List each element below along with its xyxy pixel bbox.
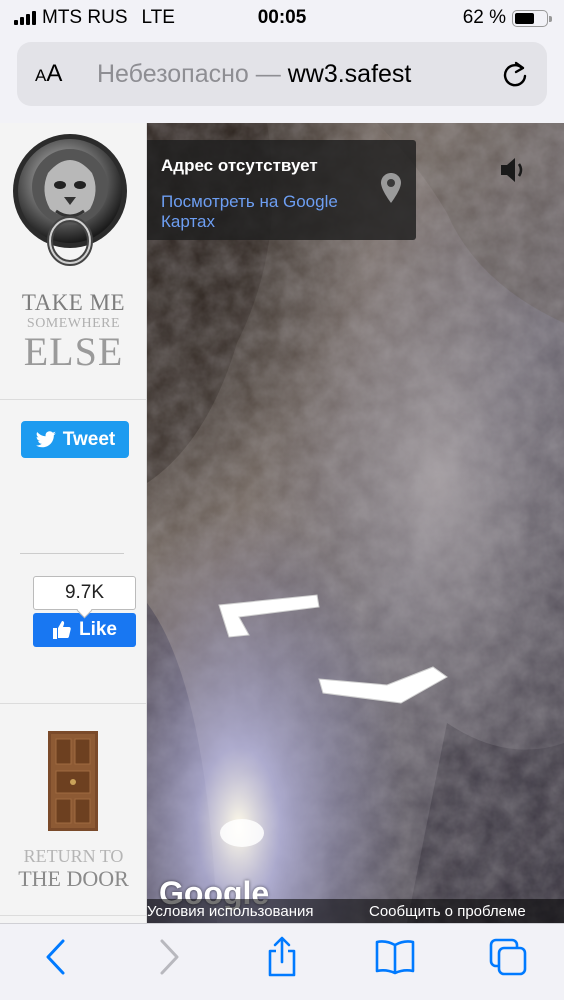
bookmarks-icon[interactable] <box>370 932 420 982</box>
divider <box>20 553 124 554</box>
carrier-name: MTS RUS <box>42 7 128 28</box>
report-problem-link[interactable]: Сообщить о проблеме <box>359 903 526 920</box>
signal-strength-icon <box>14 11 36 25</box>
street-view-panorama[interactable]: Адрес отсутствует Посмотреть на Google К… <box>147 123 564 923</box>
network-type: LTE <box>141 7 175 28</box>
forward-icon[interactable] <box>144 932 194 982</box>
return-line2: THE DOOR <box>18 865 129 891</box>
back-icon[interactable] <box>31 932 81 982</box>
security-warning: Небезопасно — <box>97 59 281 88</box>
facebook-like-widget[interactable]: 9.7K Like <box>33 576 136 647</box>
take-me-somewhere-else-link[interactable]: TAKE ME SOMEWHERE ELSE <box>0 291 147 372</box>
tweet-label: Tweet <box>62 428 116 450</box>
web-page: TAKE ME SOMEWHERE ELSE Tweet 9.7K Like R… <box>0 123 564 923</box>
sidebar: TAKE ME SOMEWHERE ELSE Tweet 9.7K Like R… <box>0 123 147 923</box>
tweet-button[interactable]: Tweet <box>21 421 129 458</box>
take-me-line3: ELSE <box>23 329 124 374</box>
view-on-google-maps-link[interactable]: Посмотреть на Google Картах <box>161 192 371 233</box>
cave-rock-image <box>147 123 564 923</box>
battery-level <box>515 12 534 24</box>
take-me-line1: TAKE ME <box>21 290 126 315</box>
tabs-icon[interactable] <box>483 932 533 982</box>
battery-icon <box>512 9 552 27</box>
twitter-bird-icon <box>35 430 56 447</box>
url-field[interactable]: Небезопасно — ww3.safest <box>97 60 497 89</box>
divider <box>0 703 147 704</box>
address-bar[interactable]: AA Небезопасно — ww3.safest <box>17 42 547 106</box>
lion-knocker-icon[interactable] <box>10 129 130 269</box>
status-bar: MTS RUS LTE 00:05 62 % <box>0 0 564 36</box>
divider <box>0 915 147 916</box>
reader-options-button[interactable]: AA <box>35 60 97 88</box>
aa-small: A <box>35 66 47 85</box>
map-pin-icon[interactable] <box>380 172 402 209</box>
battery-status: 62 % <box>462 7 552 29</box>
share-icon[interactable] <box>257 932 307 982</box>
battery-percent: 62 % <box>462 7 506 28</box>
return-line1: RETURN TO <box>23 846 124 866</box>
return-to-the-door-link[interactable]: RETURN TO THE DOOR <box>0 846 147 891</box>
like-count: 9.7K <box>33 576 136 610</box>
url-domain: ww3.safest <box>287 59 412 88</box>
aa-large: A <box>46 60 63 87</box>
bottom-toolbar <box>0 923 564 1000</box>
map-footer: Условия использования Сообщить о проблем… <box>147 899 564 923</box>
address-title: Адрес отсутствует <box>161 156 318 175</box>
reload-icon[interactable] <box>497 56 533 92</box>
address-info-card: Адрес отсутствует Посмотреть на Google К… <box>147 140 416 240</box>
terms-link[interactable]: Условия использования <box>147 903 359 920</box>
divider <box>0 399 147 400</box>
safari-screen: MTS RUS LTE 00:05 62 % AA Небезопасно — … <box>0 0 564 1000</box>
like-label: Like <box>78 619 118 640</box>
speaker-icon[interactable] <box>499 156 529 189</box>
thumbs-up-icon <box>52 621 71 639</box>
door-icon[interactable] <box>48 731 98 831</box>
